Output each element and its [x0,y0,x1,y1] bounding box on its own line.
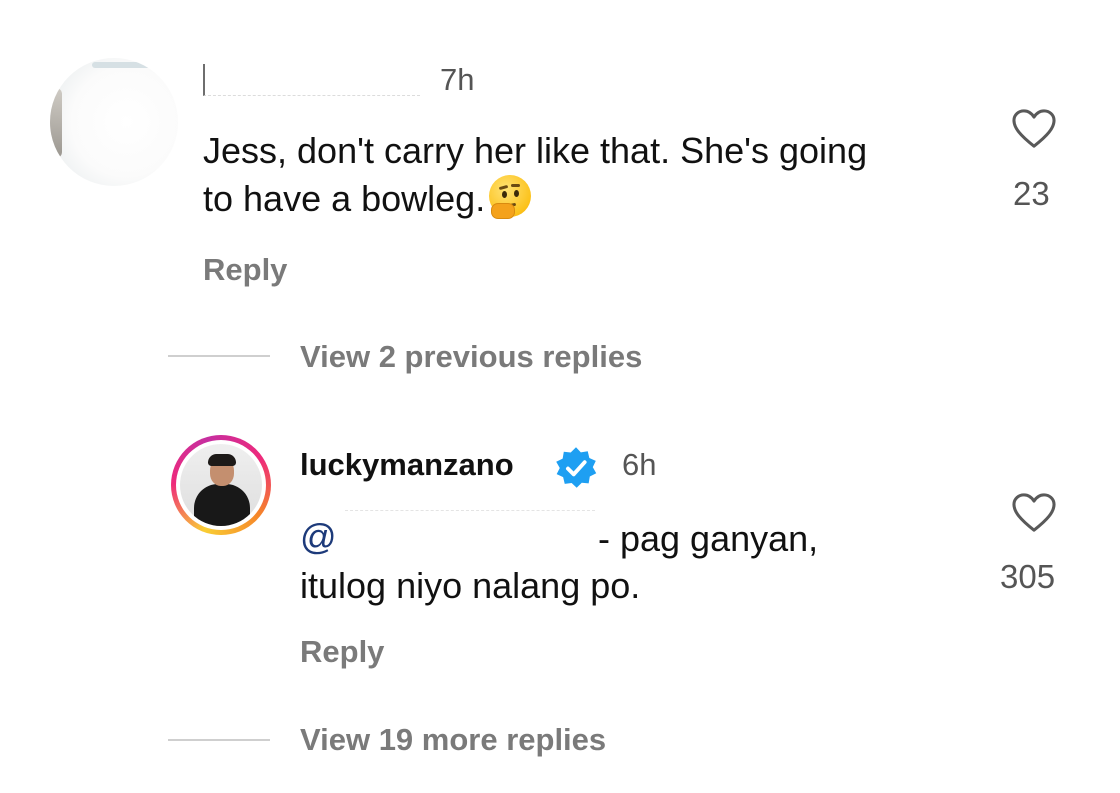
commenter-avatar[interactable] [50,58,178,186]
avatar-photo-fragment [92,62,152,68]
thread-divider [168,355,270,357]
view-previous-replies-button[interactable]: View 2 previous replies [300,339,642,375]
avatar-photo [180,444,262,526]
comment-text: - pag ganyan, [598,518,819,559]
commenter-username-redacted[interactable] [203,64,420,96]
comment-text: itulog niyo nalang po. [300,565,641,606]
like-count: 23 [1013,175,1050,212]
heart-icon[interactable] [1011,108,1057,150]
avatar-figure [208,454,236,466]
mention-link[interactable]: @ [300,516,337,558]
comment-timestamp: 7h [440,62,475,97]
comment-timestamp: 6h [622,447,657,482]
luckymanzano-avatar[interactable] [171,435,271,535]
avatar-ring-gap [176,440,266,530]
verified-badge-icon [556,447,597,488]
commenter-username[interactable]: luckymanzano [300,447,514,483]
avatar-figure [194,484,250,526]
comment-text: Jess, don't carry her like that. She's g… [203,130,868,219]
reply-button[interactable]: Reply [300,634,384,670]
thinking-face-icon [487,173,533,219]
like-count: 305 [1000,558,1056,595]
view-more-replies-button[interactable]: View 19 more replies [300,722,606,758]
comment-body: Jess, don't carry her like that. She's g… [203,128,903,221]
heart-icon[interactable] [1011,492,1057,534]
avatar-photo-fragment [50,88,62,158]
mentioned-username-redacted [345,510,595,545]
reply-button[interactable]: Reply [203,252,287,288]
thread-divider [168,739,270,741]
